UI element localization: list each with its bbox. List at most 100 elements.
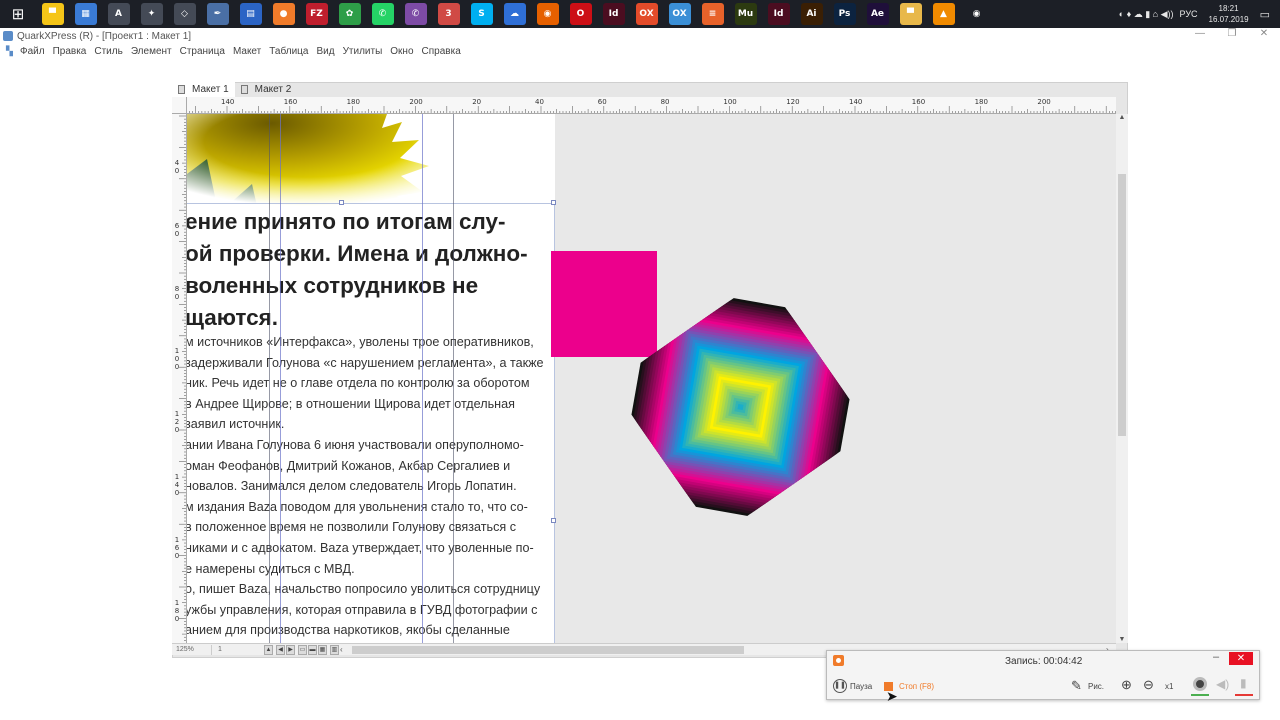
- vertical-ruler[interactable]: 40 60 80 100 120 140 160 180: [172, 114, 187, 643]
- filezilla-icon[interactable]: FZ: [305, 3, 328, 25]
- zoom-field[interactable]: 125%: [174, 645, 212, 655]
- close-icon[interactable]: ✕: [1248, 28, 1280, 39]
- gear-icon[interactable]: ✦: [140, 3, 163, 25]
- menu-layout[interactable]: Макет: [233, 46, 261, 57]
- headline-line: ой проверки. Имена и должно-: [187, 241, 528, 266]
- pause-button[interactable]: Пауза: [850, 682, 872, 691]
- sunburst-image[interactable]: [187, 114, 555, 206]
- ruler-origin[interactable]: [172, 97, 187, 114]
- menu-edit[interactable]: Правка: [53, 46, 87, 57]
- muse-icon[interactable]: Mu: [734, 3, 757, 25]
- menu-item[interactable]: Элемент: [131, 46, 172, 57]
- selection-handle[interactable]: [551, 200, 556, 205]
- ox-blue-icon[interactable]: OX: [668, 3, 691, 25]
- viber-icon[interactable]: ✆: [404, 3, 427, 25]
- column-guide[interactable]: [453, 114, 454, 643]
- view-normal-icon[interactable]: ▭: [298, 645, 307, 655]
- body-line: м источников «Интерфакса», уволены трое …: [187, 335, 534, 349]
- column-guide[interactable]: [280, 114, 281, 643]
- cactus-icon[interactable]: ✿: [338, 3, 361, 25]
- firefox-icon[interactable]: ◉: [536, 3, 559, 25]
- view-grid-icon[interactable]: ▦: [318, 645, 327, 655]
- cube-icon[interactable]: ◇: [173, 3, 196, 25]
- selection-handle[interactable]: [339, 200, 344, 205]
- menu-style[interactable]: Стиль: [94, 46, 122, 57]
- maximize-icon[interactable]: ❐: [1216, 28, 1248, 39]
- webcam-icon[interactable]: [1193, 677, 1207, 691]
- vertical-scroll-thumb[interactable]: [1118, 174, 1126, 436]
- vertical-scrollbar[interactable]: ▲ ▼: [1116, 114, 1128, 643]
- windows-taskbar: ⊞ ▀ ▦ A ✦ ◇ ✒ ▤ ● FZ ✿ ✆ ✆ 3 S ☁ ◉ O Id OX OX ≡ Mu Id Ai Ps Ae ▀ ▲ ◉…: [0, 0, 1280, 28]
- feather-icon[interactable]: ✒: [206, 3, 229, 25]
- microphone-icon[interactable]: ▮: [1240, 676, 1247, 690]
- menu-page[interactable]: Страница: [180, 46, 225, 57]
- menu-view[interactable]: Вид: [316, 46, 334, 57]
- speaker-icon[interactable]: ◀): [1216, 677, 1229, 691]
- vlc-icon[interactable]: ▲: [932, 3, 955, 25]
- recording-time: Запись: 00:04:42: [1005, 656, 1083, 667]
- horizontal-ruler[interactable]: 140 160 180 200 20 40 60 80 100 120 140 160 180 200: [187, 97, 1116, 114]
- opera-icon[interactable]: O: [569, 3, 592, 25]
- document-icon[interactable]: ▤: [239, 3, 262, 25]
- tab-layout-1[interactable]: Макет 1: [172, 82, 235, 97]
- column-guide[interactable]: [422, 114, 423, 643]
- next-page-icon[interactable]: ▶: [286, 645, 295, 655]
- page-number-field[interactable]: 1: [216, 645, 262, 655]
- pen-icon[interactable]: ✎: [1071, 678, 1082, 694]
- record-icon[interactable]: ◉: [965, 3, 988, 25]
- photoshop-icon[interactable]: Ps: [833, 3, 856, 25]
- tab-layout-2[interactable]: Макет 2: [235, 82, 298, 97]
- indesign-icon[interactable]: Id: [602, 3, 625, 25]
- scroll-up-icon[interactable]: ▲: [1116, 114, 1128, 121]
- ruler-label: 40: [174, 159, 180, 175]
- indesign-2-icon[interactable]: Id: [767, 3, 790, 25]
- column-guide[interactable]: [269, 114, 270, 643]
- cloud-icon[interactable]: ☁: [503, 3, 526, 25]
- skype-icon[interactable]: S: [470, 3, 493, 25]
- illustrator-icon[interactable]: Ai: [800, 3, 823, 25]
- draw-button[interactable]: Рис.: [1088, 682, 1104, 691]
- menu-window[interactable]: Окно: [390, 46, 413, 57]
- menu-file[interactable]: Файл: [20, 46, 45, 57]
- ruler-label: 120: [174, 410, 180, 435]
- scroll-left-icon[interactable]: ‹: [340, 644, 343, 656]
- explorer-icon[interactable]: ▀: [899, 3, 922, 25]
- stripes-icon[interactable]: ≡: [701, 3, 724, 25]
- menu-help[interactable]: Справка: [422, 46, 461, 57]
- page-up-icon[interactable]: ▲: [264, 645, 273, 655]
- language-indicator[interactable]: РУС: [1180, 9, 1198, 19]
- pause-icon[interactable]: ❚❚: [833, 679, 847, 693]
- document-page[interactable]: ение принято по итогам слу- ой проверки.…: [187, 114, 556, 643]
- body-line: анием для производства наркотиков, якобы…: [187, 623, 510, 638]
- whatsapp-icon[interactable]: ✆: [371, 3, 394, 25]
- tray-icons[interactable]: ◐ ♦ ☁ ▮ ⌂ ◀)): [1119, 9, 1174, 20]
- prev-page-icon[interactable]: ◀: [276, 645, 285, 655]
- article-text-box[interactable]: ение принято по итогам слу- ой проверки.…: [187, 203, 555, 643]
- tiles-icon[interactable]: ▦: [74, 3, 97, 25]
- scroll-down-icon[interactable]: ▼: [1116, 636, 1128, 643]
- menu-table[interactable]: Таблица: [269, 46, 308, 57]
- minimize-icon[interactable]: —: [1184, 28, 1216, 39]
- document-menu-icon[interactable]: ▚: [6, 46, 16, 56]
- view-split-icon[interactable]: ▬: [308, 645, 317, 655]
- notifications-icon[interactable]: ▭: [1260, 8, 1270, 21]
- telegram-icon[interactable]: 3: [437, 3, 460, 25]
- close-icon[interactable]: ✕: [1229, 652, 1253, 665]
- ox-icon[interactable]: OX: [635, 3, 658, 25]
- after-effects-icon[interactable]: Ae: [866, 3, 889, 25]
- zoom-in-icon[interactable]: ⊕: [1121, 677, 1132, 693]
- a-app-icon[interactable]: A: [107, 3, 130, 25]
- zoom-out-icon[interactable]: ⊖: [1143, 677, 1154, 693]
- recorder-app-icon[interactable]: ●: [272, 3, 295, 25]
- stop-button[interactable]: Стоп (F8): [899, 682, 934, 691]
- minimize-icon[interactable]: –: [1209, 651, 1223, 663]
- layout-canvas[interactable]: ение принято по итогам слу- ой проверки.…: [187, 114, 1116, 643]
- menu-utilities[interactable]: Утилиты: [343, 46, 383, 57]
- view-options-icon[interactable]: ▥: [330, 645, 339, 655]
- clock[interactable]: 18:21 16.07.2019: [1209, 3, 1249, 25]
- folder-icon[interactable]: ▀: [41, 3, 64, 25]
- gradient-diamond[interactable]: [607, 274, 877, 544]
- horizontal-scroll-thumb[interactable]: [352, 646, 744, 654]
- selection-handle[interactable]: [551, 518, 556, 523]
- windows-start-icon[interactable]: ⊞: [0, 0, 36, 28]
